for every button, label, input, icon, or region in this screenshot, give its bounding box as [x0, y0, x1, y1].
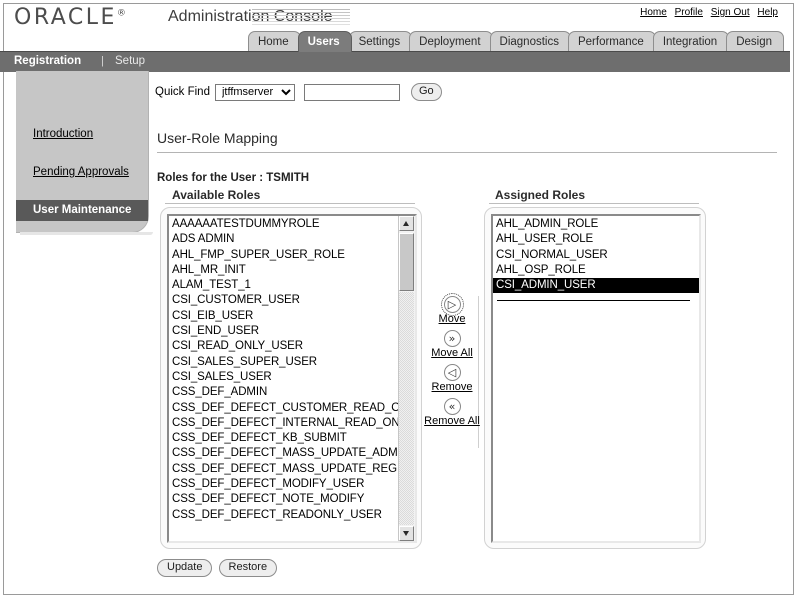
main-tab-bar: Home Users Settings Deployment Diagnosti… [0, 28, 790, 52]
remove-button-label[interactable]: Remove [424, 381, 480, 393]
available-role-option[interactable]: CSS_DEF_DEFECT_KB_SUBMIT [169, 431, 399, 446]
available-heading-rule [165, 203, 415, 204]
trademark-icon: ® [116, 8, 126, 19]
remove-all-left-icon[interactable]: « [443, 398, 461, 415]
available-role-option[interactable]: CSI_CUSTOMER_USER [169, 293, 399, 308]
available-roles-scrollbar[interactable] [398, 216, 415, 541]
tab-users[interactable]: Users [297, 31, 352, 52]
assigned-role-option[interactable]: CSI_ADMIN_USER [493, 278, 699, 294]
page-title-rule [157, 152, 777, 153]
sidebar-shadow [20, 232, 153, 235]
assigned-role-option[interactable]: AHL_OSP_ROLE [493, 263, 699, 278]
available-role-option[interactable]: CSI_READ_ONLY_USER [169, 339, 399, 354]
user-role-subtitle: Roles for the User : TSMITH [157, 172, 310, 184]
global-link-profile[interactable]: Profile [675, 7, 703, 18]
available-role-option[interactable]: AHL_FMP_SUPER_USER_ROLE [169, 248, 399, 263]
assigned-roles-options[interactable]: AHL_ADMIN_ROLE AHL_USER_ROLE CSI_NORMAL_US… [493, 216, 699, 541]
available-role-option[interactable]: CSS_DEF_DEFECT_MODIFY_USER [169, 477, 399, 492]
transfer-button-group: ▷ Move » Move All ◁ Remove « Remove All [424, 293, 480, 432]
caret-up-icon [403, 221, 409, 226]
assigned-roles-heading: Assigned Roles [495, 188, 586, 202]
restore-button[interactable]: Restore [218, 559, 278, 577]
available-role-option[interactable]: AHL_MR_INIT [169, 263, 399, 278]
quick-find-select[interactable]: jtffmserver [214, 83, 295, 101]
tab-performance[interactable]: Performance [567, 31, 656, 52]
global-link-help[interactable]: Help [757, 7, 778, 18]
quick-find-label: Quick Find [155, 86, 210, 98]
decorative-lines [252, 9, 350, 26]
scroll-down-button[interactable] [399, 526, 414, 541]
tab-design[interactable]: Design [726, 31, 784, 52]
scrollbar-track[interactable] [399, 292, 414, 525]
assigned-role-option[interactable]: AHL_ADMIN_ROLE [493, 217, 699, 232]
sub-navigation-bar: Registration | Setup [0, 51, 790, 72]
caret-down-icon [403, 531, 409, 536]
subnav-divider: | [101, 55, 104, 67]
move-all-button-group: » Move All [424, 330, 480, 359]
quick-find-go-button[interactable]: Go [410, 83, 442, 101]
tab-home[interactable]: Home [247, 31, 301, 52]
move-button-group: ▷ Move [424, 293, 480, 325]
remove-left-icon[interactable]: ◁ [443, 364, 461, 381]
available-role-option[interactable]: CSS_DEF_DEFECT_CUSTOMER_READ_ONLY [169, 401, 399, 416]
form-action-buttons: Update Restore [157, 559, 280, 577]
available-role-option[interactable]: CSI_SALES_USER [169, 370, 399, 385]
sidebar-item-introduction[interactable]: Introduction [33, 128, 93, 140]
assigned-role-option[interactable]: CSI_NORMAL_USER [493, 248, 699, 263]
available-role-option[interactable]: ALAM_TEST_1 [169, 278, 399, 293]
tab-diagnostics[interactable]: Diagnostics [489, 31, 571, 52]
move-all-right-icon[interactable]: » [443, 330, 461, 347]
remove-all-button-group: « Remove All [424, 398, 480, 427]
update-button[interactable]: Update [157, 559, 213, 577]
admin-console-page: ORACLE® Administration Console Home Prof… [0, 0, 800, 600]
oracle-logo: ORACLE® [14, 5, 126, 30]
remove-all-button-label[interactable]: Remove All [424, 415, 480, 427]
available-role-option[interactable]: CSI_SALES_SUPER_USER [169, 355, 399, 370]
available-role-option[interactable]: ADS ADMIN [169, 232, 399, 247]
move-right-icon[interactable]: ▷ [440, 293, 464, 316]
tab-integration[interactable]: Integration [652, 31, 730, 52]
available-role-option[interactable]: CSS_DEF_DEFECT_NOTE_MODIFY [169, 492, 399, 507]
available-role-option[interactable]: CSS_DEF_DEFECT_MASS_UPDATE_REG [169, 462, 399, 477]
global-link-signout[interactable]: Sign Out [711, 7, 750, 18]
move-all-button-label[interactable]: Move All [424, 347, 480, 359]
move-button-label[interactable]: Move [424, 313, 480, 325]
available-role-option[interactable]: CSS_DEF_ADMIN [169, 385, 399, 400]
quick-find-input[interactable] [303, 83, 400, 101]
subnav-item-registration[interactable]: Registration [14, 55, 81, 67]
quick-find-row: Quick Find jtffmserver Go [155, 83, 442, 101]
sidebar-item-user-maintenance[interactable]: User Maintenance [16, 200, 148, 221]
assigned-roles-separator [497, 300, 690, 302]
remove-button-group: ◁ Remove [424, 364, 480, 393]
scroll-up-button[interactable] [399, 216, 414, 231]
assigned-heading-rule [489, 203, 699, 204]
sidebar-item-pending-approvals[interactable]: Pending Approvals [33, 166, 129, 178]
subnav-item-setup[interactable]: Setup [115, 55, 145, 67]
scrollbar-thumb[interactable] [399, 233, 414, 291]
oracle-logo-text: ORACLE [14, 5, 117, 30]
global-link-home[interactable]: Home [640, 7, 667, 18]
available-role-option[interactable]: CSS_DEF_DEFECT_READONLY_USER [169, 508, 399, 523]
available-role-option[interactable]: CSI_EIB_USER [169, 309, 399, 324]
assigned-role-option[interactable]: AHL_USER_ROLE [493, 232, 699, 247]
sidebar: Introduction Pending Approvals User Main… [16, 71, 149, 233]
tab-settings[interactable]: Settings [348, 31, 413, 52]
available-role-option[interactable]: CSI_END_USER [169, 324, 399, 339]
assigned-roles-listbox[interactable]: AHL_ADMIN_ROLE AHL_USER_ROLE CSI_NORMAL_US… [491, 214, 701, 543]
available-roles-listbox[interactable]: AAAAAATESTDUMMYROLE ADS ADMIN AHL_FMP_SUPE… [167, 214, 417, 543]
available-roles-heading: Available Roles [172, 188, 261, 202]
available-roles-options[interactable]: AAAAAATESTDUMMYROLE ADS ADMIN AHL_FMP_SUPE… [169, 216, 399, 541]
available-role-option[interactable]: CSS_DEF_DEFECT_MASS_UPDATE_ADMIN [169, 446, 399, 461]
available-role-option[interactable]: AAAAAATESTDUMMYROLE [169, 217, 399, 232]
page-title: User-Role Mapping [157, 130, 278, 146]
tab-deployment[interactable]: Deployment [409, 31, 493, 52]
available-role-option[interactable]: CSS_DEF_DEFECT_INTERNAL_READ_ONLY [169, 416, 399, 431]
global-links: Home Profile Sign Out Help [635, 7, 778, 18]
